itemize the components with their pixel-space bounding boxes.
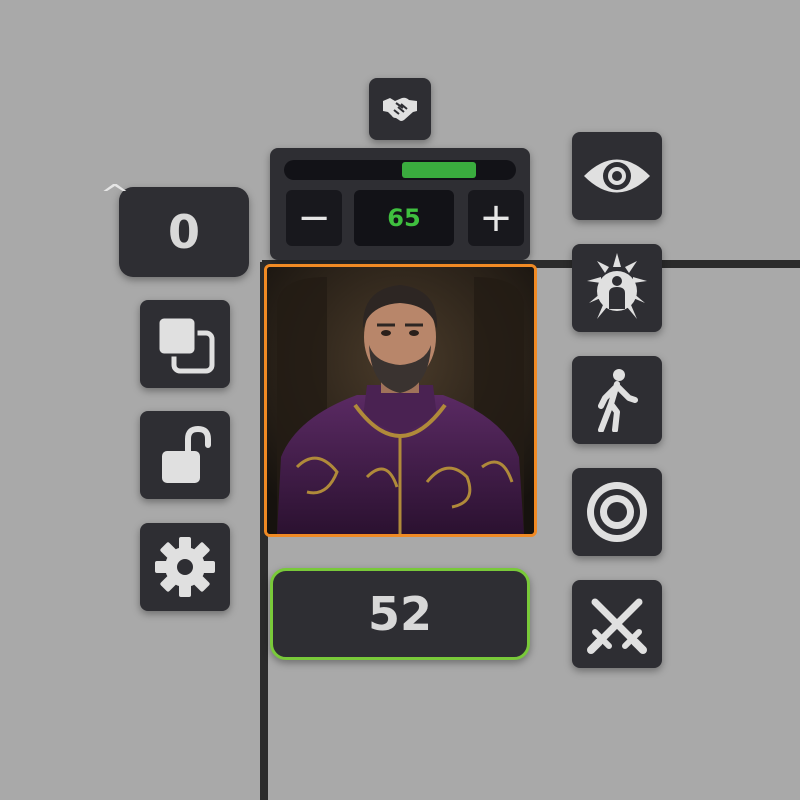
stat-value-box[interactable]: 52 bbox=[270, 568, 530, 660]
movement-button[interactable] bbox=[572, 356, 662, 444]
hp-increase-label: + bbox=[479, 195, 513, 241]
crossed-swords-icon bbox=[587, 598, 647, 654]
chevron-up-icon[interactable]: ^ bbox=[100, 182, 131, 208]
initiative-value: 0 bbox=[167, 205, 200, 259]
hp-panel: − 65 + bbox=[270, 148, 530, 260]
portrait-image bbox=[267, 267, 534, 534]
settings-button[interactable] bbox=[140, 523, 230, 611]
stat-value: 52 bbox=[367, 587, 432, 641]
visibility-button[interactable] bbox=[572, 132, 662, 220]
hp-decrease-label: − bbox=[297, 195, 331, 241]
lock-button[interactable] bbox=[140, 411, 230, 499]
unlock-icon bbox=[162, 425, 211, 483]
handshake-icon bbox=[383, 97, 417, 121]
hp-increase-button[interactable]: + bbox=[468, 190, 524, 246]
walk-icon bbox=[598, 369, 638, 432]
gear-icon bbox=[155, 537, 215, 597]
aura-button[interactable] bbox=[572, 244, 662, 332]
hp-value[interactable]: 65 bbox=[354, 190, 454, 246]
token-portrait[interactable] bbox=[264, 264, 537, 537]
duplicate-button[interactable] bbox=[140, 300, 230, 388]
initiative-counter[interactable]: 0 bbox=[119, 187, 249, 277]
target-button[interactable] bbox=[572, 468, 662, 556]
hp-decrease-button[interactable]: − bbox=[286, 190, 342, 246]
hp-bar bbox=[284, 160, 516, 180]
hp-bar-fill bbox=[402, 162, 476, 178]
aura-icon bbox=[587, 253, 647, 319]
duplicate-icon bbox=[156, 315, 215, 374]
target-icon bbox=[587, 482, 647, 542]
attack-button[interactable] bbox=[572, 580, 662, 668]
handshake-button[interactable] bbox=[369, 78, 431, 140]
eye-icon bbox=[584, 159, 650, 193]
